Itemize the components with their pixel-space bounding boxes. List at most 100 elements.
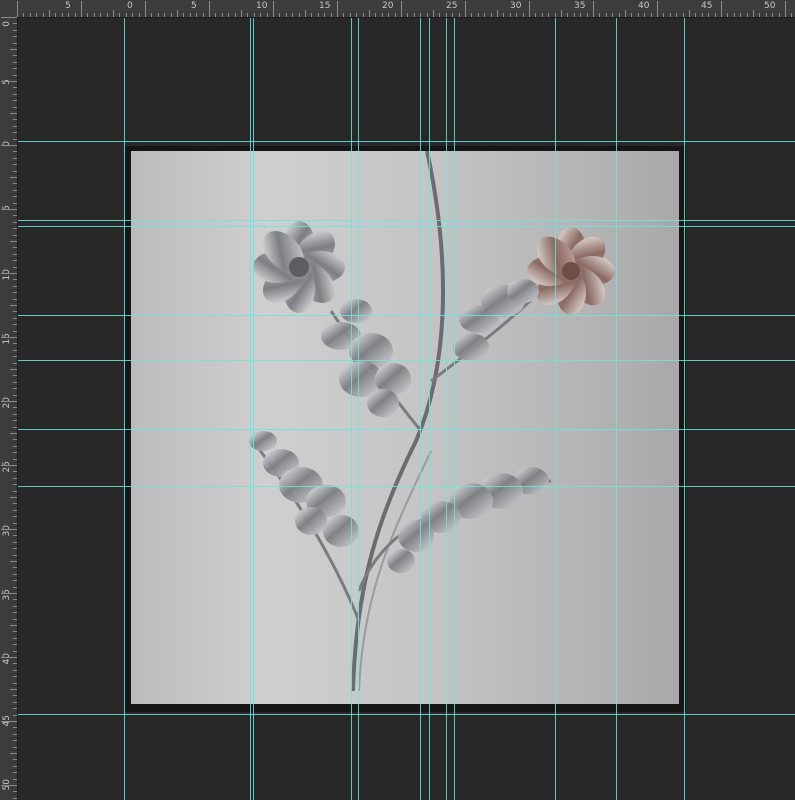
ruler-tick	[785, 1, 786, 17]
ruler-tick	[330, 13, 332, 17]
ruler-tick	[29, 13, 31, 17]
ruler-tick	[324, 13, 326, 17]
ruler-tick	[13, 106, 17, 108]
vertical-guide[interactable]	[253, 18, 254, 800]
ruler-label: 40	[638, 1, 650, 11]
ruler-tick	[1, 209, 17, 210]
vertical-guide[interactable]	[420, 18, 421, 800]
vertical-guide[interactable]	[250, 18, 251, 800]
ruler-tick	[676, 13, 678, 17]
ruler-tick	[13, 29, 17, 31]
ruler-tick	[13, 151, 17, 153]
ruler-tick	[13, 407, 17, 409]
ruler-tick	[535, 13, 537, 17]
horizontal-guide[interactable]	[18, 486, 795, 487]
ruler-tick	[10, 113, 17, 114]
vertical-guide[interactable]	[351, 18, 352, 800]
ruler-label: 5	[191, 1, 197, 11]
ruler-tick	[119, 13, 121, 17]
ruler-tick	[13, 663, 17, 665]
ruler-tick	[362, 13, 364, 17]
ruler-tick	[145, 1, 146, 17]
horizontal-guide[interactable]	[18, 714, 795, 715]
vertical-guide[interactable]	[124, 18, 125, 800]
ruler-tick	[695, 13, 697, 17]
ruler-tick	[13, 548, 17, 550]
ruler-tick	[13, 490, 17, 492]
ruler-label: 35	[574, 1, 586, 11]
ruler-tick	[605, 13, 607, 17]
ruler-tick	[13, 292, 17, 294]
ruler-tick	[13, 36, 17, 38]
ruler-tick	[13, 164, 17, 166]
ruler-tick	[727, 13, 729, 17]
vertical-guide[interactable]	[684, 18, 685, 800]
horizontal-guide[interactable]	[18, 315, 795, 316]
ruler-tick	[554, 13, 556, 17]
ruler-tick	[471, 13, 473, 17]
ruler-tick	[164, 13, 166, 17]
ruler-tick	[669, 13, 671, 17]
ruler-tick	[369, 10, 370, 17]
ruler-tick	[375, 13, 377, 17]
ruler-tick	[13, 567, 17, 569]
vertical-guide[interactable]	[358, 18, 359, 800]
ruler-origin-corner[interactable]	[0, 0, 18, 18]
vertical-guide[interactable]	[616, 18, 617, 800]
ruler-tick	[260, 13, 262, 17]
ruler-tick	[548, 13, 550, 17]
ruler-tick	[13, 452, 17, 454]
ruler-tick	[13, 93, 17, 95]
ruler-tick	[13, 676, 17, 678]
ruler-tick	[433, 10, 434, 17]
ruler-tick	[13, 727, 17, 729]
ruler-tick	[13, 484, 17, 486]
horizontal-ruler[interactable]: 5 0 5 10 15 20 25 30 35 40 45 50	[17, 0, 795, 18]
ruler-tick	[253, 13, 255, 17]
horizontal-guide[interactable]	[18, 141, 795, 142]
ruler-tick	[151, 13, 153, 17]
ruler-tick	[170, 13, 172, 17]
ruler-tick	[618, 13, 620, 17]
ruler-tick	[337, 1, 338, 17]
vertical-ruler[interactable]: 0 5 0 5 10 15 20 25 30 35 40 45 50	[0, 17, 18, 800]
photo-image[interactable]	[131, 151, 679, 704]
ruler-label: 15	[319, 1, 331, 11]
ruler-tick	[13, 605, 17, 607]
vertical-guide[interactable]	[555, 18, 556, 800]
ruler-tick	[13, 535, 17, 537]
horizontal-guide[interactable]	[18, 429, 795, 430]
horizontal-guide[interactable]	[18, 220, 795, 221]
ruler-tick	[13, 420, 17, 422]
ruler-tick	[541, 13, 543, 17]
ruler-tick	[13, 618, 17, 620]
ruler-tick	[13, 119, 17, 121]
vertical-guide[interactable]	[454, 18, 455, 800]
ruler-tick	[247, 13, 249, 17]
horizontal-guide[interactable]	[18, 360, 795, 361]
ruler-tick	[772, 13, 774, 17]
ruler-tick	[13, 445, 17, 447]
ruler-tick	[100, 13, 102, 17]
vertical-guide[interactable]	[446, 18, 447, 800]
vertical-guide[interactable]	[429, 18, 430, 800]
ruler-label: 0	[127, 1, 133, 11]
ruler-tick	[1, 721, 17, 722]
ruler-tick	[746, 13, 748, 17]
ruler-tick	[183, 13, 185, 17]
ruler-label: 25	[2, 461, 12, 473]
ruler-tick	[10, 369, 17, 370]
ruler-tick	[650, 13, 652, 17]
ruler-tick	[13, 695, 17, 697]
ruler-tick	[125, 13, 127, 17]
ruler-tick	[778, 13, 780, 17]
ruler-tick	[55, 13, 57, 17]
ruler-tick	[13, 740, 17, 742]
ruler-tick	[10, 49, 17, 50]
ruler-tick	[13, 791, 17, 793]
ruler-tick	[13, 612, 17, 614]
ruler-tick	[13, 631, 17, 633]
ruler-tick	[753, 10, 754, 17]
horizontal-guide[interactable]	[18, 226, 795, 227]
ruler-tick	[567, 13, 569, 17]
